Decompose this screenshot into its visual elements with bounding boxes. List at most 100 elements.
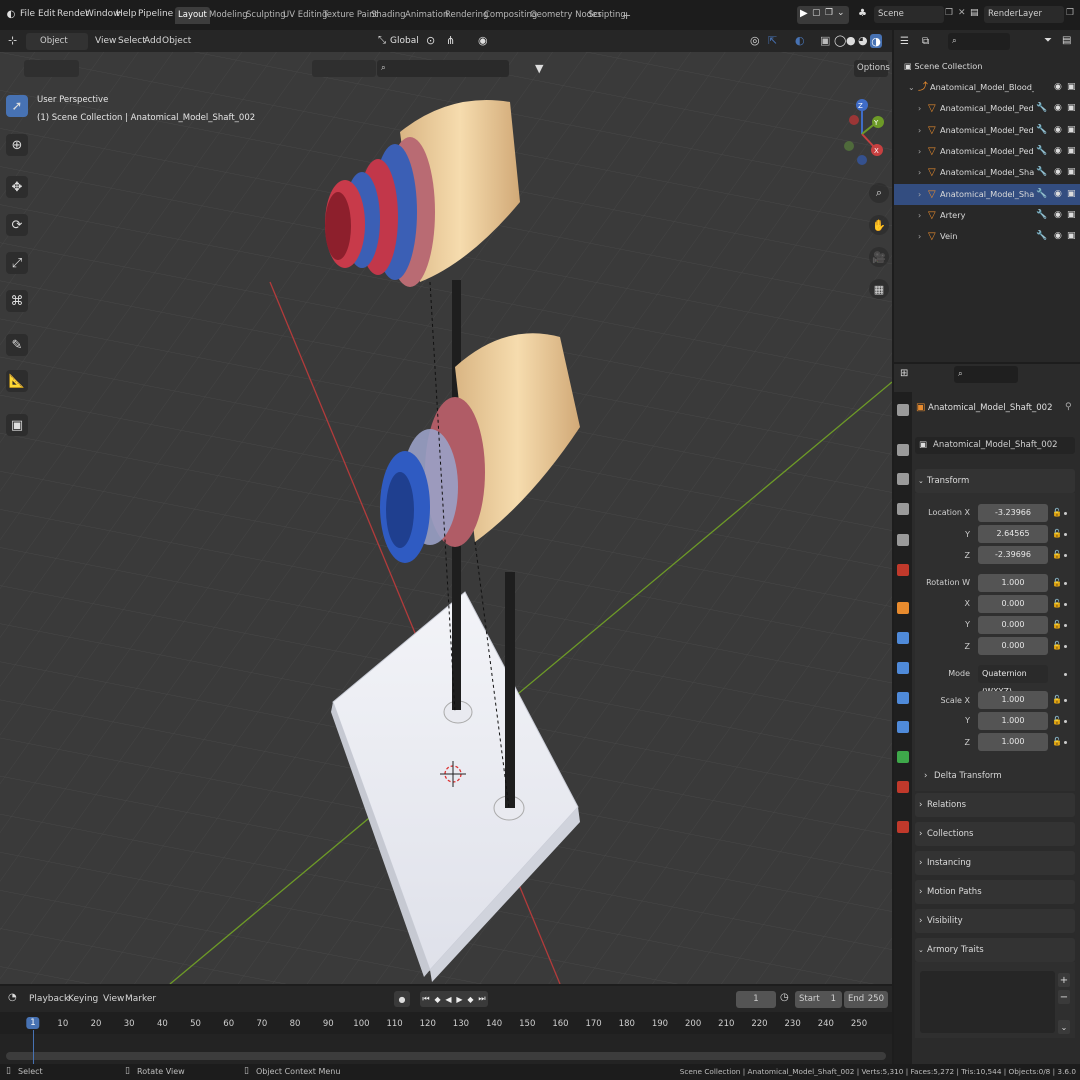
material-tab-icon[interactable] xyxy=(897,781,909,793)
menu-marker[interactable]: Marker xyxy=(125,994,156,1004)
perspective-toggle-button[interactable]: ▦ xyxy=(869,279,889,299)
modifier-tab-icon[interactable] xyxy=(897,632,909,644)
chevron-right-icon[interactable]: › xyxy=(918,205,921,226)
visibility-panel-header[interactable]: › Visibility xyxy=(915,909,1075,933)
rotation-mode-dropdown[interactable]: Quaternion (WXYZ) xyxy=(978,665,1048,696)
keyframe-dot-icon[interactable] xyxy=(1064,673,1067,676)
render-camera-icon[interactable]: ▣ xyxy=(1067,205,1076,226)
annotate-tool-button[interactable]: ✎ xyxy=(6,334,28,356)
clock-icon[interactable]: ◷ xyxy=(780,992,789,1003)
eye-icon[interactable]: ◉ xyxy=(1054,226,1062,247)
filter-icon[interactable]: ⏷ xyxy=(1044,35,1052,46)
select-tool-button[interactable]: ➚ xyxy=(6,95,28,117)
output-tab-icon[interactable] xyxy=(897,473,909,485)
copy-layer-icon[interactable]: ❐ xyxy=(1066,8,1074,18)
object-tab-icon[interactable] xyxy=(897,602,909,614)
add-workspace-button[interactable]: + xyxy=(619,7,634,24)
location-x-field[interactable]: -3.23966 xyxy=(978,504,1048,522)
copy-icon[interactable]: ❐ xyxy=(825,8,833,18)
lock-icon[interactable]: 🔓 xyxy=(1052,529,1062,538)
collections-panel-header[interactable]: › Collections xyxy=(915,822,1075,846)
viewport-search-input[interactable]: ⌕ xyxy=(377,60,509,77)
rotation-x-field[interactable]: 0.000 xyxy=(978,595,1048,613)
keyframe-dot-icon[interactable] xyxy=(1064,720,1067,723)
proportional-edit-icon[interactable]: ◉ xyxy=(478,34,488,47)
chevron-right-icon[interactable]: › xyxy=(918,98,921,119)
pin-icon[interactable]: ⚲ xyxy=(1065,402,1072,412)
menu-object[interactable]: Object xyxy=(162,36,191,46)
options-dropdown[interactable]: Options xyxy=(854,60,890,77)
eye-icon[interactable]: ◉ xyxy=(1054,205,1062,226)
snap-icon[interactable]: ⋔ xyxy=(446,34,455,47)
properties-search-input[interactable]: ⌕ xyxy=(954,366,1018,383)
instancing-panel-header[interactable]: › Instancing xyxy=(915,851,1075,875)
chevron-right-icon[interactable]: › xyxy=(918,162,921,183)
orientation-selector[interactable]: Global xyxy=(390,36,419,46)
chevron-right-icon[interactable]: › xyxy=(918,120,921,141)
rotation-y-field[interactable]: 0.000 xyxy=(978,616,1048,634)
3d-viewport[interactable]: Z Y X User Perspective (1) Scene Collect… xyxy=(0,52,892,984)
lock-icon[interactable]: 🔓 xyxy=(1052,641,1062,650)
keyframe-dot-icon[interactable] xyxy=(1064,699,1067,702)
view-layer-selector[interactable]: RenderLayer xyxy=(984,6,1064,23)
chevron-right-icon[interactable]: › xyxy=(918,226,921,247)
screen-icon[interactable]: ▢ xyxy=(812,8,821,18)
keyframe-dot-icon[interactable] xyxy=(1064,624,1067,627)
material-shading-icon[interactable]: ◕ xyxy=(858,34,868,47)
eye-icon[interactable]: ◉ xyxy=(1054,98,1062,119)
modifier-icon[interactable]: 🔧 xyxy=(1036,184,1047,205)
tool-tab-icon[interactable] xyxy=(897,404,909,416)
modifier-icon[interactable]: 🔧 xyxy=(1036,205,1047,226)
eye-icon[interactable]: ◉ xyxy=(1054,184,1062,205)
new-collection-icon[interactable]: ▤ xyxy=(1062,35,1071,46)
render-camera-icon[interactable]: ▣ xyxy=(1067,141,1076,162)
scene-tab-icon[interactable] xyxy=(897,534,909,546)
outliner-item[interactable]: › ▽ Vein 🔧 ◉ ▣ xyxy=(894,226,1080,247)
outliner-item[interactable]: › ▽ Anatomical_Model_Pedestal🔧 ◉▣ xyxy=(894,98,1080,119)
delta-transform-subpanel[interactable]: › Delta Transform xyxy=(920,766,1070,786)
scene-icon[interactable]: ♣ xyxy=(858,8,867,19)
select-mode-buttons[interactable] xyxy=(24,60,79,77)
jump-start-icon[interactable]: ⏮ xyxy=(422,994,429,1004)
eye-icon[interactable]: ◉ xyxy=(1054,120,1062,141)
wireframe-shading-icon[interactable]: ◯ xyxy=(834,34,846,47)
keyframe-dot-icon[interactable] xyxy=(1064,582,1067,585)
cursor-tool-button[interactable]: ⊕ xyxy=(6,134,28,156)
play-reverse-icon[interactable]: ◀ xyxy=(445,995,451,1004)
scale-z-field[interactable]: 1.000 xyxy=(978,733,1048,751)
outliner-editor-icon[interactable]: ☰ xyxy=(900,36,909,47)
chevron-right-icon[interactable]: › xyxy=(918,184,921,205)
lock-icon[interactable]: 🔓 xyxy=(1052,508,1062,517)
lock-icon[interactable]: 🔓 xyxy=(1052,578,1062,587)
outliner-item[interactable]: › ▽ Anatomical_Model_Shaft_001🔧 ◉▣ xyxy=(894,162,1080,183)
render-camera-icon[interactable]: ▣ xyxy=(1067,77,1076,98)
current-frame-field[interactable]: 1 xyxy=(736,991,776,1008)
blender-logo-icon[interactable]: ◐ xyxy=(5,8,17,20)
lock-icon[interactable]: 🔓 xyxy=(1052,695,1062,704)
menu-view[interactable]: View xyxy=(103,994,124,1004)
constraints-tab-icon[interactable] xyxy=(897,721,909,733)
start-frame-field[interactable]: Start 1 xyxy=(795,991,842,1008)
menu-file[interactable]: File xyxy=(20,9,35,19)
menu-edit[interactable]: Edit xyxy=(38,9,55,19)
add-trait-button[interactable]: + xyxy=(1058,973,1070,987)
gizmo-toggle-icon[interactable]: ⇱ xyxy=(768,34,777,47)
lock-icon[interactable]: 🔓 xyxy=(1052,737,1062,746)
remove-trait-button[interactable]: − xyxy=(1058,990,1070,1004)
transform-tool-button[interactable]: ⌘ xyxy=(6,290,28,312)
lock-icon[interactable]: 🔓 xyxy=(1052,550,1062,559)
play-animation-icon[interactable]: ▶ xyxy=(800,8,808,19)
outliner-item[interactable]: › ▽ Anatomical_Model_Pedestal_Ring_0🔧 ◉▣ xyxy=(894,141,1080,162)
render-tab-icon[interactable] xyxy=(897,444,909,456)
eye-icon[interactable]: ◉ xyxy=(1054,141,1062,162)
menu-view[interactable]: View xyxy=(95,36,116,46)
display-mode-icon[interactable]: ⧉ xyxy=(922,36,929,47)
outliner-item[interactable]: ⌄⤴Anatomical_Model_Blood_Vessels_in_Cr ◉▣ xyxy=(894,77,1080,98)
render-camera-icon[interactable]: ▣ xyxy=(1067,98,1076,119)
playback-controls[interactable]: ⏮ ◆ ◀ ▶ ◆ ⏭ xyxy=(420,991,488,1007)
rendered-shading-icon[interactable]: ◑ xyxy=(870,34,882,48)
world-tab-icon[interactable] xyxy=(897,564,909,576)
lock-icon[interactable]: 🔓 xyxy=(1052,716,1062,725)
chevron-down-icon[interactable]: ⌄ xyxy=(837,8,845,18)
rotate-tool-button[interactable]: ⟳ xyxy=(6,214,28,236)
